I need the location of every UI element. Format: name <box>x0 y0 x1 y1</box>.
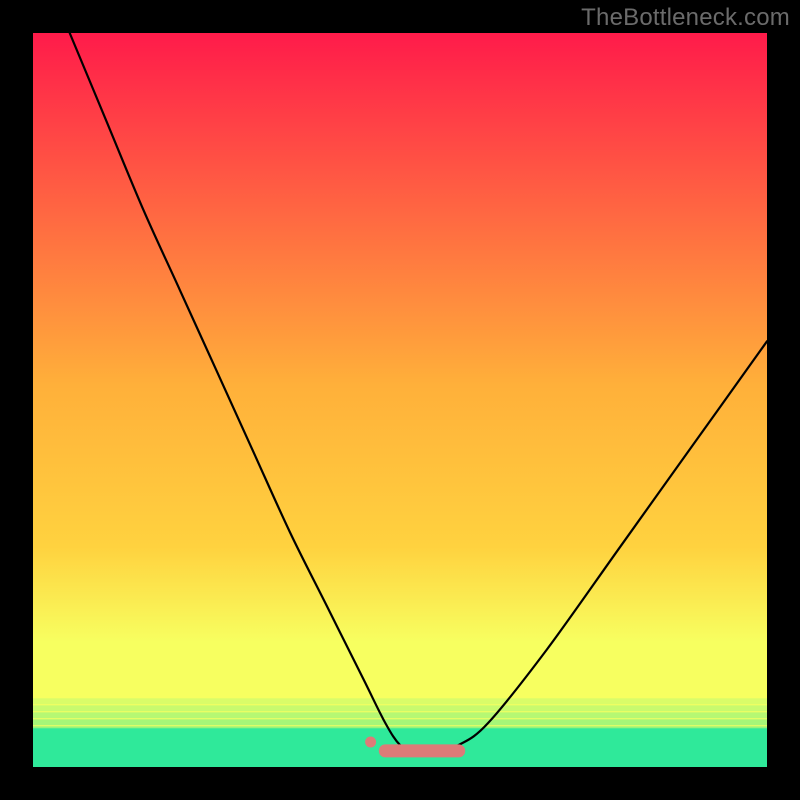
transition-band <box>33 698 767 704</box>
transition-band <box>33 705 767 711</box>
optimal-marker-dot <box>365 737 376 748</box>
transition-band <box>33 712 767 718</box>
chart-frame: TheBottleneck.com <box>0 0 800 800</box>
gradient-background <box>33 33 767 767</box>
chart-canvas <box>0 0 800 800</box>
transition-band <box>33 719 767 725</box>
watermark-text: TheBottleneck.com <box>581 4 790 32</box>
chart-svg <box>0 0 800 800</box>
